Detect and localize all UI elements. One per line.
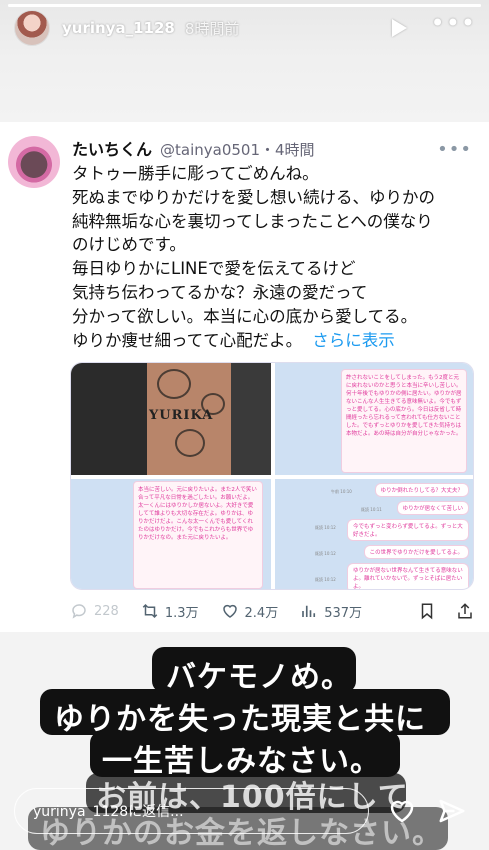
tattoo-flower: [157, 369, 191, 399]
tweet-avatar: [8, 136, 60, 188]
tweet-line: タトゥー勝手に彫ってごめんね。: [72, 164, 319, 183]
story-username[interactable]: yurinya_1128: [62, 19, 175, 37]
story-time: 8時間前: [184, 19, 240, 38]
tweet-more-icon: •••: [437, 139, 472, 160]
reply-input[interactable]: yurinya_1128に返信...: [14, 788, 369, 834]
tattoo-flower: [175, 429, 205, 457]
more-options-icon[interactable]: •••: [431, 11, 476, 35]
heart-outline-icon: [222, 604, 237, 618]
tattoo-text: YURIKA: [149, 408, 214, 423]
caption-line: ゆりかを失った現実と共に: [54, 702, 426, 737]
views-action: 537万: [300, 602, 362, 621]
reply-action: 228: [70, 602, 119, 620]
bookmark-icon: [421, 603, 433, 620]
tweet-time: ・4時間: [260, 141, 315, 159]
tweet-action-bar: 228 1.3万 2.4万 537万: [70, 600, 474, 622]
story-header: yurinya_1128 8時間前 •••: [14, 10, 476, 46]
story-progress-bar: [8, 4, 481, 7]
chat-bubble: 今でもずっと変わらず愛してるよ。ずっと大好きだよ。: [347, 519, 469, 541]
heart-icon[interactable]: [386, 796, 418, 826]
reply-placeholder: yurinya_1128に返信...: [33, 804, 184, 820]
letter-text: 本当に苦しい。元に戻りたいよ。また2人で笑い合って平凡な日常を過ごしたい。お願い…: [133, 481, 263, 589]
caption-line: バケモノめ。: [166, 660, 352, 695]
story-avatar[interactable]: [14, 10, 50, 46]
share-icon: [458, 603, 472, 619]
tweet-line: 分かって欲しい。本当に心の底から愛してる。: [72, 306, 418, 326]
chat-time: 既読 10:12: [315, 551, 336, 556]
retweet-icon: [142, 603, 158, 619]
tattoo-photo: YURIKA: [71, 363, 271, 475]
chat-time: 既読 10:12: [315, 525, 336, 530]
tweet-handle-text: @tainya0501: [160, 141, 261, 159]
reply-icon: [72, 604, 86, 619]
tweet-handle: @tainya0501・4時間: [160, 139, 315, 160]
tweet-card: たいちくん @tainya0501・4時間 ••• タトゥー勝手に彫ってごめんね…: [0, 122, 489, 632]
views-icon: [302, 605, 316, 617]
tweet-line: 毎日ゆりかにLINEで愛を伝えてるけど: [72, 259, 356, 279]
tweet-line: のけじめです。: [72, 235, 186, 255]
tweet-media-grid: YURIKA 許されないことをしてしまった。もう2度と元に戻れないのかと思うと本…: [70, 362, 474, 590]
views-count: 537万: [324, 605, 363, 621]
tweet-line-text: ゆりか痩せ細ってて心配だよ。: [72, 330, 303, 350]
tweet-display-name: たいちくん: [72, 140, 153, 159]
tweet-body: タトゥー勝手に彫ってごめんね。 死ぬまでゆりかだけを愛し想い続ける、ゆりかの 純…: [72, 162, 472, 352]
chat-bubble: ゆりか倒れたりしてる？大丈夫？: [374, 483, 469, 497]
tweet-action-right: [418, 602, 474, 620]
tweet-line: 純粋無垢な心を裏切ってしまったことへの僕なり: [72, 211, 433, 231]
like-action: 2.4万: [221, 602, 279, 621]
tweet-line: 死ぬまでゆりかだけを愛し想い続ける、ゆりかの: [72, 187, 435, 207]
letter-text: 許されないことをしてしまった。もう2度と元に戻れないのかと思うと本当に辛いし苦し…: [341, 369, 467, 473]
story-progress-fill: [8, 4, 481, 7]
chat-time: 既読 10:11: [361, 507, 382, 512]
retweet-count: 1.3万: [164, 605, 199, 621]
tweet-line-last: ゆりか痩せ細ってて心配だよ。 さらに表示: [72, 329, 472, 353]
line-chat-screenshot: ゆりか倒れたりしてる？大丈夫？ 午前 10:10 ゆりかが居なくて苦しい 既読 …: [275, 479, 473, 589]
see-more-link: さらに表示: [312, 330, 395, 350]
like-count: 2.4万: [244, 605, 279, 621]
chat-bubble: ゆりかが居ない世界なんて生きてる意味ないよ。離れていかないで。ずっとそばに居たい…: [347, 563, 469, 589]
letter-screenshot-1: 許されないことをしてしまった。もう2度と元に戻れないのかと思うと本当に辛いし苦し…: [275, 363, 473, 475]
reply-count: 228: [94, 603, 119, 619]
chat-bubble: この世界でゆりかだけを愛してるよ。: [363, 545, 469, 559]
play-icon[interactable]: [391, 19, 407, 37]
chat-time: 既読 10:12: [315, 577, 336, 582]
tweet-line: 気持ち伝わってるかな？永遠の愛だって: [72, 282, 368, 302]
chat-time: 午前 10:10: [331, 489, 352, 494]
chat-bubble: ゆりかが居なくて苦しい: [396, 501, 469, 515]
tweet-header: たいちくん @tainya0501・4時間 •••: [72, 136, 472, 160]
letter-screenshot-2: 本当に苦しい。元に戻りたいよ。また2人で笑い合って平凡な日常を過ごしたい。お願い…: [71, 479, 271, 589]
retweet-action: 1.3万: [141, 602, 199, 621]
send-icon[interactable]: [436, 796, 468, 826]
